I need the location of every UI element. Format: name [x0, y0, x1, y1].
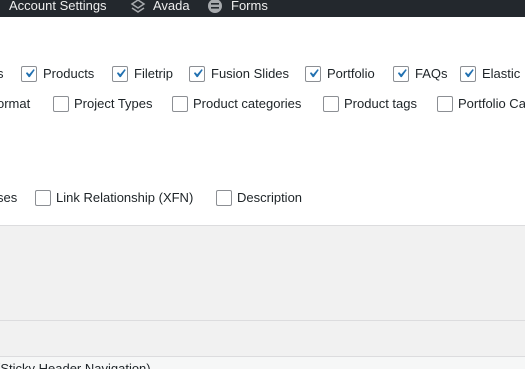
product-categories-checkbox[interactable]: [172, 96, 188, 112]
fusion-slides-label: Fusion Slides: [211, 66, 290, 81]
filetrip-label: Filetrip: [134, 66, 174, 81]
portfolio-categories-checkbox[interactable]: [437, 96, 453, 112]
link-relationship-label: Link Relationship (XFN): [56, 190, 194, 205]
project-types-label: Project Types: [74, 96, 153, 111]
products-checkbox[interactable]: [21, 66, 37, 82]
product-categories-label: Product categories: [193, 96, 302, 111]
product-tags-checkbox[interactable]: [323, 96, 339, 112]
filetrip-checkbox[interactable]: [112, 66, 128, 82]
screen-options-panel: s Products Filetrip Fusion Slides Portfo…: [0, 17, 525, 226]
fusion-slides-checkbox[interactable]: [189, 66, 205, 82]
forms-link[interactable]: Forms: [231, 0, 268, 16]
elastic-label: Elastic: [482, 66, 521, 81]
row1-partial-label: s: [0, 66, 4, 81]
row3-partial-label: ses: [0, 190, 18, 205]
avada-icon: [130, 0, 146, 14]
faqs-checkbox[interactable]: [393, 66, 409, 82]
avada-link[interactable]: Avada: [153, 0, 190, 16]
portfolio-label: Portfolio: [327, 66, 375, 81]
description-label: Description: [237, 190, 303, 205]
portfolio-checkbox[interactable]: [305, 66, 321, 82]
menu-location-row[interactable]: (Sticky Header Navigation): [0, 357, 525, 369]
divider: [0, 320, 525, 321]
admin-bar: Account Settings Avada Forms: [0, 0, 525, 17]
faqs-label: FAQs: [415, 66, 448, 81]
description-checkbox[interactable]: [216, 190, 232, 206]
forms-icon: [207, 0, 223, 14]
link-relationship-checkbox[interactable]: [35, 190, 51, 206]
account-settings-link[interactable]: Account Settings: [9, 0, 107, 16]
row2-partial-label: ormat: [0, 96, 31, 111]
product-tags-label: Product tags: [344, 96, 417, 111]
products-label: Products: [43, 66, 95, 81]
portfolio-categories-label: Portfolio Ca: [458, 96, 525, 111]
project-types-checkbox[interactable]: [53, 96, 69, 112]
elastic-checkbox[interactable]: [460, 66, 476, 82]
menu-location-label: (Sticky Header Navigation): [0, 361, 151, 369]
